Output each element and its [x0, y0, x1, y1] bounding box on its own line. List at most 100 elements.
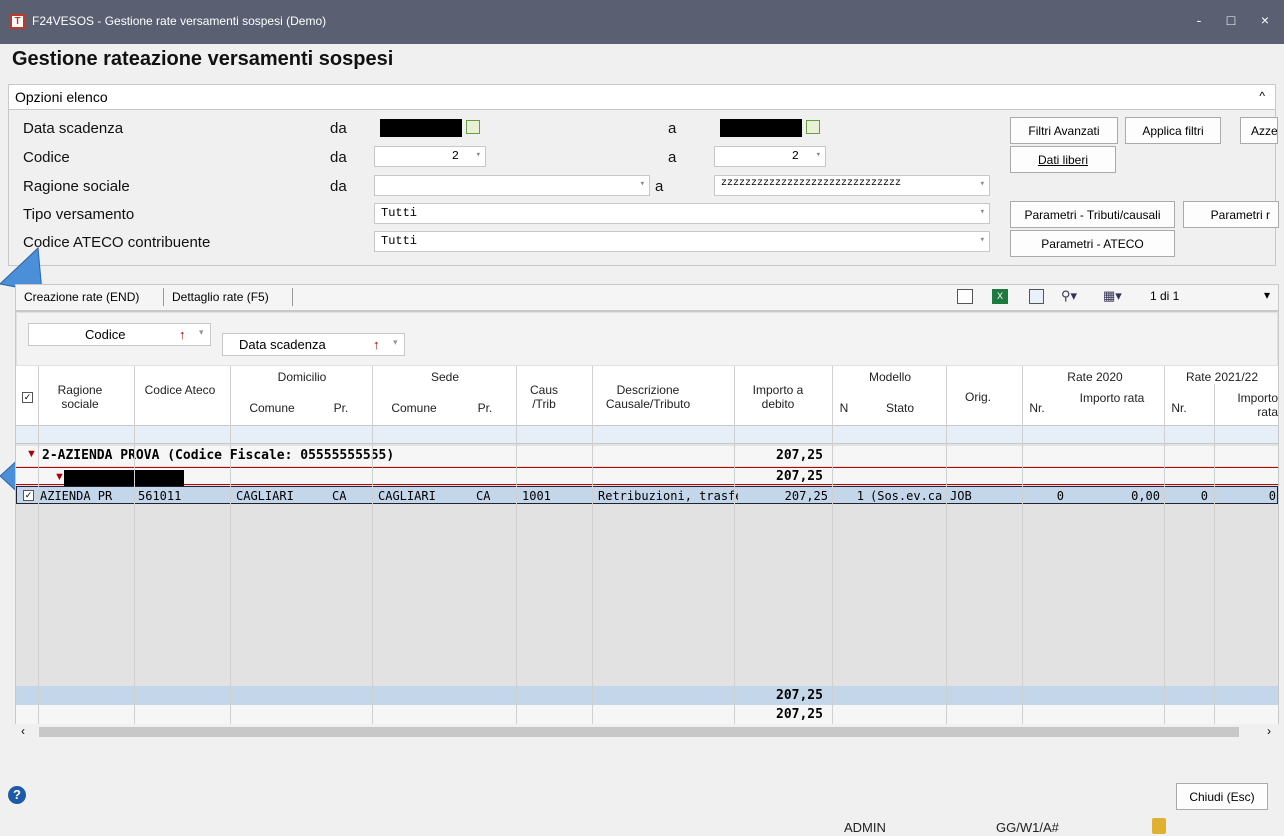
col-sede-pr[interactable]: Pr. [470, 401, 500, 415]
cell-importo-2021: 0 [1268, 489, 1276, 503]
page-title: Gestione rateazione versamenti sospesi [12, 48, 394, 70]
cell-sede-comune: CAGLIARI [378, 489, 436, 503]
codice-ateco-select[interactable]: Tutti ▾ [374, 231, 990, 252]
col-domicilio-pr[interactable]: Pr. [326, 401, 356, 415]
expand-icon[interactable]: ▼ [26, 448, 37, 460]
horizontal-scrollbar[interactable]: ‹ › [15, 724, 1279, 740]
col-descrizione[interactable]: Descrizione Causale/Tributo [598, 383, 698, 411]
dropdown-icon[interactable]: ▾ [980, 235, 985, 245]
scroll-left-icon[interactable]: ‹ [21, 724, 25, 738]
col-rate-2021-22[interactable]: Rate 2021/22 [1166, 370, 1278, 384]
excel-icon[interactable]: X [992, 289, 1008, 304]
maximize-button[interactable]: □ [1216, 12, 1246, 28]
col-domicilio[interactable]: Domicilio [232, 370, 372, 384]
sort-asc-icon[interactable]: ↑ [373, 337, 380, 352]
cell-nr-2020: 0 [1056, 489, 1064, 503]
col-2020-importo-rata[interactable]: Importo rata [1072, 391, 1152, 405]
col-rate-2020[interactable]: Rate 2020 [1024, 370, 1166, 384]
help-icon[interactable]: ? [8, 786, 26, 804]
applica-filtri-button[interactable]: Applica filtri [1125, 117, 1221, 144]
toolbar-more-icon[interactable]: ▾ [1264, 288, 1270, 302]
tab-divider [292, 288, 293, 306]
scroll-right-icon[interactable]: › [1267, 724, 1271, 738]
dropdown-icon[interactable]: ▾ [980, 179, 985, 189]
search-icon[interactable]: ⚲▾ [1061, 288, 1077, 304]
status-company: GG/W1/A# [996, 820, 1059, 835]
parametri-ateco-button[interactable]: Parametri - ATECO [1010, 230, 1175, 257]
col-orig[interactable]: Orig. [950, 390, 1006, 404]
col-modello[interactable]: Modello [834, 370, 946, 384]
date-from-redacted[interactable] [380, 119, 462, 137]
group-chip-codice[interactable]: Codice ↑ ▾ [28, 323, 211, 346]
parametri-r-button[interactable]: Parametri r [1183, 201, 1279, 228]
dropdown-icon[interactable]: ▾ [816, 150, 821, 160]
status-user: ADMIN [844, 820, 886, 835]
label-ragione-sociale: Ragione sociale [23, 178, 130, 195]
col-2021-importo-rata[interactable]: Importo rata [1216, 391, 1278, 419]
dropdown-icon[interactable]: ▾ [199, 327, 204, 338]
dropdown-icon[interactable]: ▾ [393, 337, 398, 348]
col-2020-nr[interactable]: Nr. [1024, 401, 1050, 415]
page-info: 1 di 1 [1150, 289, 1180, 303]
col-modello-n[interactable]: N [834, 401, 854, 415]
footer-total: 207,25 [776, 707, 823, 722]
tipo-versamento-select[interactable]: Tutti ▾ [374, 203, 990, 224]
collapse-icon[interactable]: ^ [1259, 89, 1265, 103]
minimize-button[interactable]: - [1184, 12, 1214, 28]
row-checkbox[interactable]: ✓ [23, 490, 34, 501]
print-icon[interactable] [957, 289, 973, 304]
cell-ragione: AZIENDA PR [40, 489, 113, 503]
col-sede-comune[interactable]: Comune [374, 401, 454, 415]
footer-total: 207,25 [776, 688, 823, 703]
date-to-redacted[interactable] [720, 119, 802, 137]
codice-to-input[interactable]: 2 ▾ [714, 146, 826, 167]
options-header-label: Opzioni elenco [15, 89, 108, 105]
title-bar: T F24VESOS - Gestione rate versamenti so… [0, 0, 1284, 44]
col-modello-stato[interactable]: Stato [870, 401, 930, 415]
filtri-avanzati-button[interactable]: Filtri Avanzati [1010, 117, 1118, 144]
col-ragione-sociale[interactable]: Ragione sociale [40, 383, 120, 411]
select-all-checkbox[interactable]: ✓ [22, 392, 33, 403]
chiudi-button[interactable]: Chiudi (Esc) [1176, 783, 1268, 810]
label-codice-ateco: Codice ATECO contribuente [23, 234, 211, 251]
azzera-button[interactable]: Azze [1240, 117, 1278, 144]
dropdown-icon[interactable]: ▾ [980, 207, 985, 217]
group-total: 207,25 [776, 448, 823, 463]
app-icon: T [10, 14, 25, 29]
col-2021-nr[interactable]: Nr. [1166, 401, 1192, 415]
col-sede[interactable]: Sede [374, 370, 516, 384]
codice-from-input[interactable]: 2 ▾ [374, 146, 486, 167]
chip-label: Data scadenza [239, 337, 326, 352]
columns-icon[interactable]: ▦▾ [1103, 288, 1122, 304]
calendar-icon[interactable] [466, 120, 480, 134]
col-codice-ateco[interactable]: Codice Ateco [140, 383, 220, 397]
col-domicilio-comune[interactable]: Comune [232, 401, 312, 415]
options-header[interactable]: Opzioni elenco ^ [8, 84, 1276, 110]
close-window-button[interactable]: × [1250, 12, 1280, 28]
filter-row[interactable] [16, 426, 1278, 444]
tab-dettaglio-rate[interactable]: Dettaglio rate (F5) [172, 290, 269, 304]
cell-importo-2020: 0,00 [1131, 489, 1160, 503]
export-icon[interactable] [1029, 289, 1044, 304]
label-a: a [655, 178, 664, 195]
subgroup-row[interactable]: ▼ 207,25 [16, 467, 1278, 487]
group-chip-data-scadenza[interactable]: Data scadenza ↑ ▾ [222, 333, 405, 356]
label-da: da [330, 149, 347, 166]
group-row[interactable]: ▼ 2-AZIENDA PROVA (Codice Fiscale: 05555… [16, 446, 1278, 466]
tab-creazione-rate[interactable]: Creazione rate (END) [24, 290, 139, 304]
scroll-thumb[interactable] [39, 727, 1239, 737]
dropdown-icon[interactable]: ▾ [640, 179, 645, 189]
ragione-to-input[interactable]: zzzzzzzzzzzzzzzzzzzzzzzzzzzzzz ▾ [714, 175, 990, 196]
col-importo-debito[interactable]: Importo a debito [738, 383, 818, 411]
col-caus-trib[interactable]: Caus /Trib [522, 383, 566, 411]
cell-dom-comune: CAGLIARI [236, 489, 294, 503]
calendar-icon[interactable] [806, 120, 820, 134]
dropdown-icon[interactable]: ▾ [476, 150, 481, 160]
parametri-tributi-button[interactable]: Parametri - Tributi/causali [1010, 201, 1175, 228]
sort-asc-icon[interactable]: ↑ [179, 327, 186, 342]
group-label: 2-AZIENDA PROVA (Codice Fiscale: 0555555… [42, 448, 395, 463]
ragione-from-input[interactable]: ▾ [374, 175, 650, 196]
footer-total-row: 207,25 [16, 705, 1278, 724]
dati-liberi-button[interactable]: Dati liberi [1010, 146, 1116, 173]
label-da: da [330, 120, 347, 137]
